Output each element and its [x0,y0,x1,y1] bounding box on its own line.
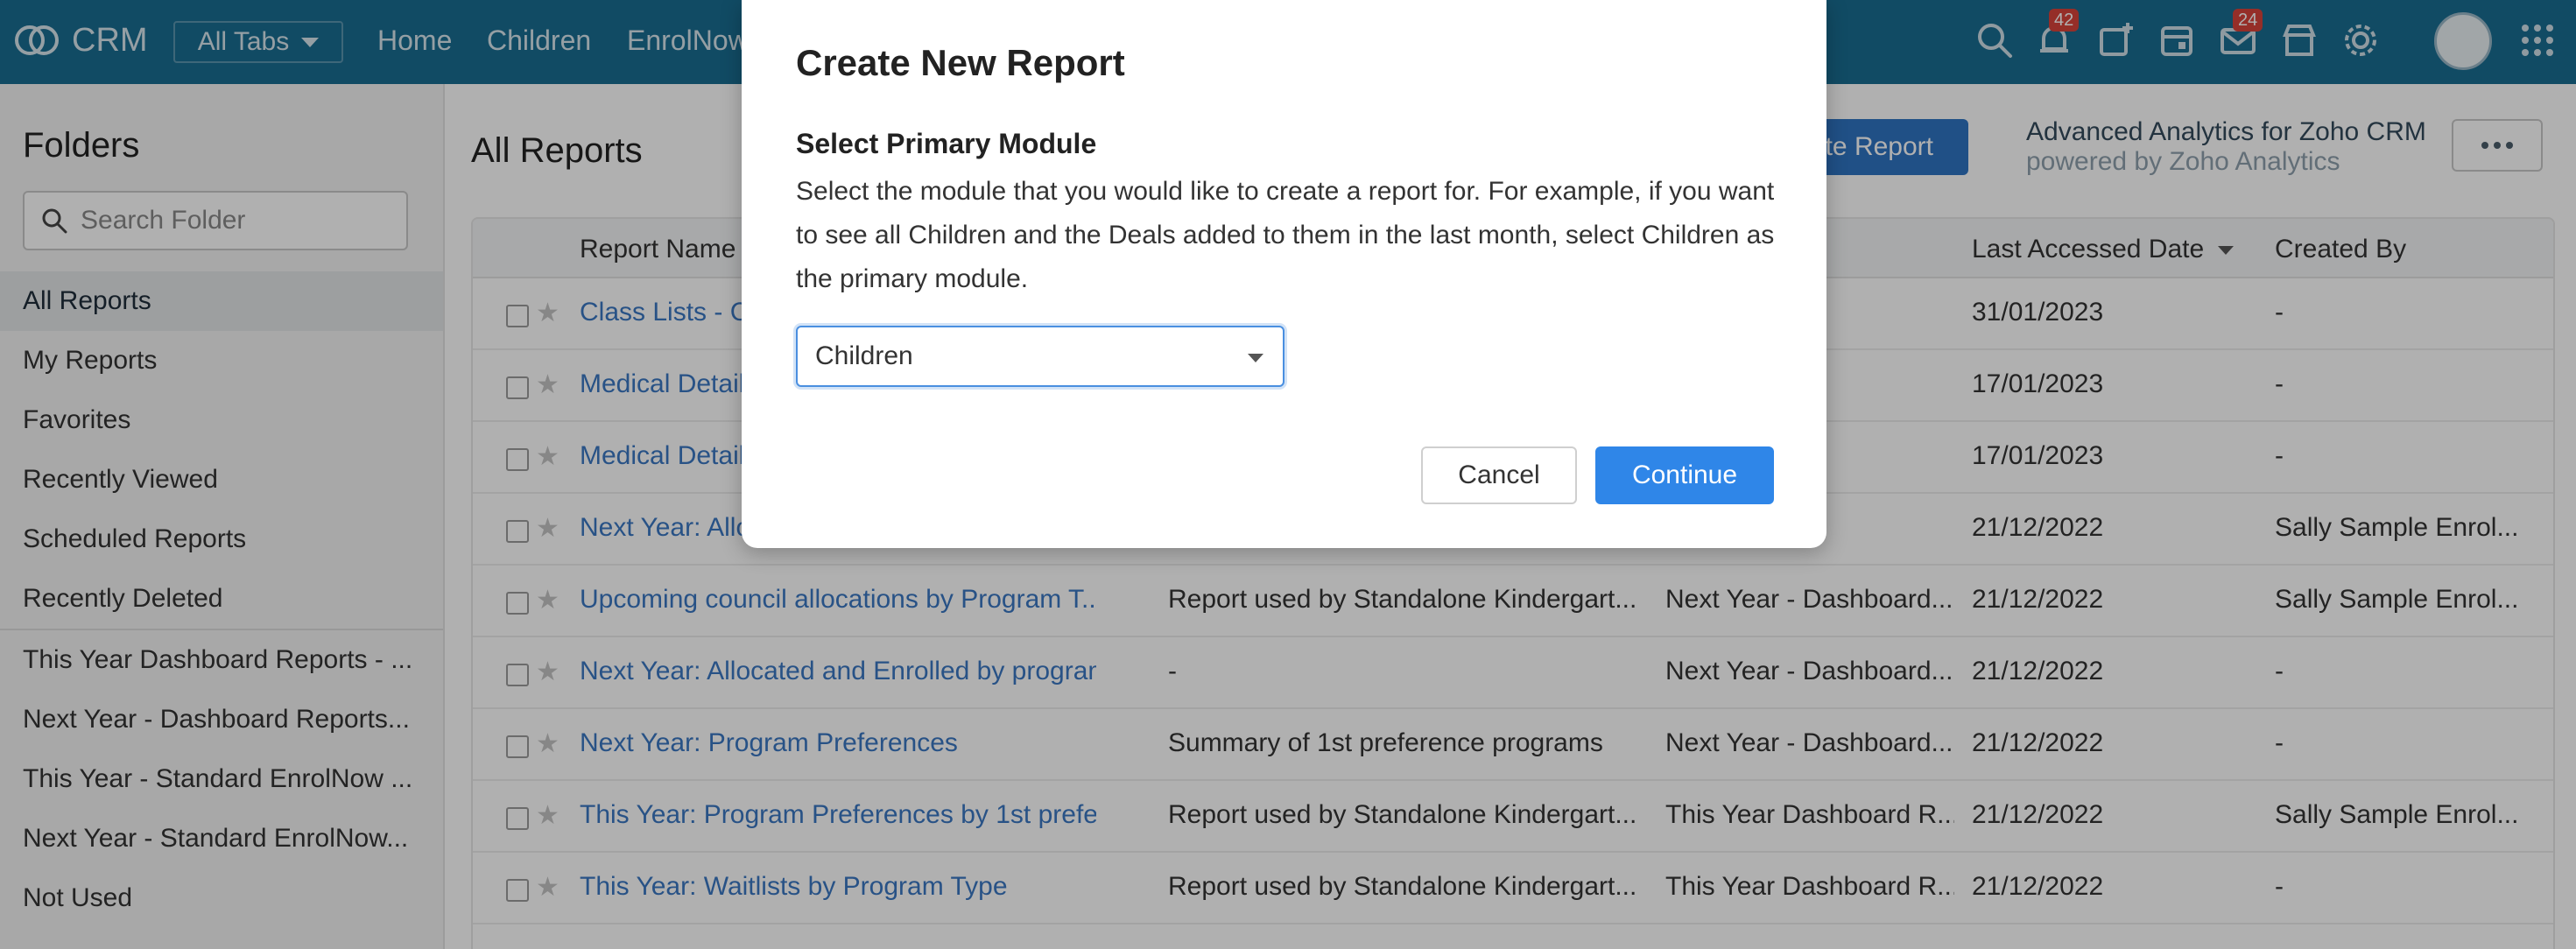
primary-module-value: Children [815,341,913,370]
dialog-description: Select the module that you would like to… [796,177,1775,293]
chevron-down-icon [1248,354,1263,362]
continue-button[interactable]: Continue [1595,446,1774,504]
cancel-button[interactable]: Cancel [1421,446,1577,504]
dialog-subtitle: Select Primary Module [796,128,1097,159]
dialog-title: Create New Report [796,42,1125,83]
create-report-dialog: Create New Report Select Primary Module … [742,0,1826,548]
primary-module-select[interactable]: Children [796,326,1284,387]
